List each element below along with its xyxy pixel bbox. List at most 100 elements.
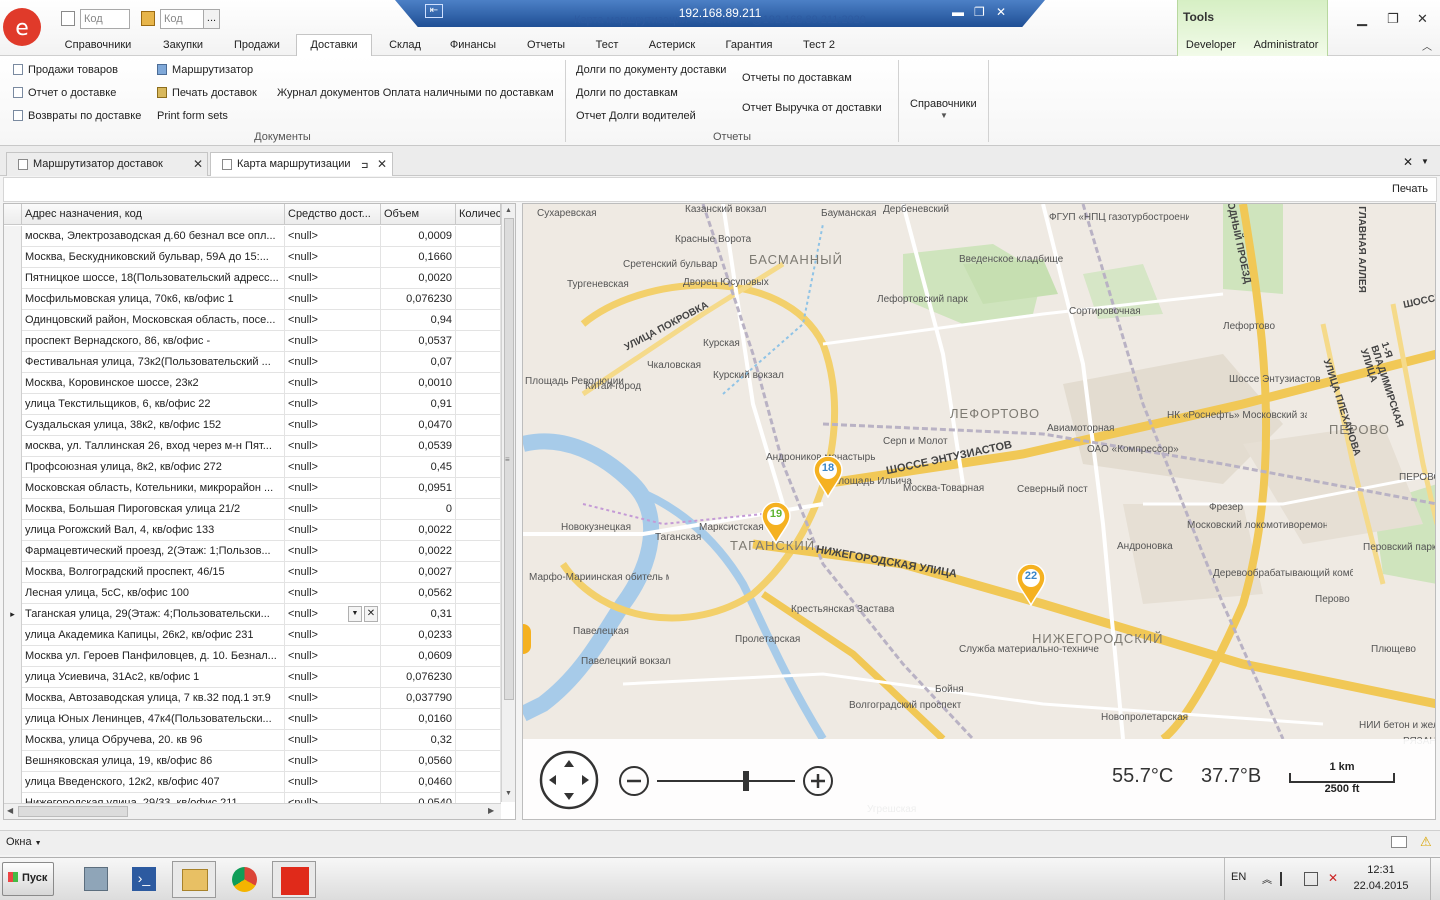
cell-quantity[interactable] (456, 289, 501, 310)
table-row[interactable]: Московская область, Котельники, микрорай… (4, 478, 501, 499)
ribbon-dolgi-po-dostavkam[interactable]: Долги по доставкам (576, 84, 678, 102)
start-button[interactable]: Пуск (2, 862, 54, 896)
tab-garantiya[interactable]: Гарантия (715, 35, 783, 56)
app-close-icon[interactable]: ✕ (1417, 11, 1428, 27)
cell-address[interactable]: москва, ул. Таллинская 26, вход через м-… (22, 436, 285, 457)
cell-quantity[interactable] (456, 625, 501, 646)
tab-prodazhi[interactable]: Продажи (222, 35, 292, 56)
tab-dostavki[interactable]: Доставки (296, 34, 372, 56)
cell-vehicle[interactable]: <null> (285, 436, 381, 457)
app-logo[interactable]: e (3, 8, 41, 46)
cell-vehicle[interactable]: <null> (285, 499, 381, 520)
vertical-scrollbar[interactable]: ▲ ≡ ▼ (501, 204, 515, 802)
cell-address[interactable]: улица Текстильщиков, 6, кв/офис 22 (22, 394, 285, 415)
row-indicator[interactable] (4, 247, 22, 268)
ribbon-otchet-vyruchka[interactable]: Отчет Выручка от доставки (742, 99, 882, 117)
row-indicator[interactable] (4, 352, 22, 373)
ribbon-zhurnal-oplata[interactable]: Журнал документов Оплата наличными по до… (277, 84, 554, 102)
route-marker[interactable]: 18 (813, 455, 843, 499)
row-indicator[interactable] (4, 226, 22, 247)
table-row[interactable]: улица Юных Ленинцев, 47к4(Пользовательск… (4, 709, 501, 730)
cell-vehicle[interactable]: <null> (285, 289, 381, 310)
ribbon-pechat-dostavok[interactable]: Печать доставок (157, 84, 257, 102)
cell-volume[interactable]: 0,07 (381, 352, 456, 373)
tab-zakupki[interactable]: Закупки (148, 35, 218, 56)
cell-volume[interactable]: 0,0537 (381, 331, 456, 352)
cell-quantity[interactable] (456, 604, 501, 625)
row-indicator[interactable] (4, 289, 22, 310)
app-restore-icon[interactable]: ❐ (1387, 11, 1399, 27)
row-indicator[interactable] (4, 373, 22, 394)
row-indicator[interactable] (4, 667, 22, 688)
cell-vehicle[interactable]: <null> (285, 394, 381, 415)
scroll-thumb[interactable] (18, 806, 128, 817)
cell-quantity[interactable] (456, 541, 501, 562)
cell-address[interactable]: проспект Вернадского, 86, кв/офис - (22, 331, 285, 352)
ribbon-prodazhi-tovarov[interactable]: Продажи товаров (13, 61, 118, 79)
row-indicator[interactable] (4, 772, 22, 793)
pin-tab-icon[interactable]: ⊐ (361, 154, 369, 176)
cell-address[interactable]: Москва, улица Обручева, 20. кв 96 (22, 730, 285, 751)
quick-dots-button[interactable]: ... (203, 9, 220, 29)
cell-volume[interactable]: 0,0233 (381, 625, 456, 646)
cell-quantity[interactable] (456, 562, 501, 583)
cell-volume[interactable]: 0,0010 (381, 373, 456, 394)
close-tab-icon[interactable]: ✕ (193, 153, 203, 175)
cell-quantity[interactable] (456, 457, 501, 478)
cell-address[interactable]: Московская область, Котельники, микрорай… (22, 478, 285, 499)
chrome-icon[interactable] (222, 861, 266, 898)
table-row[interactable]: Москва, Волгоградский проспект, 46/15 <nu… (4, 562, 501, 583)
cell-address[interactable]: улица Юных Ленинцев, 47к4(Пользовательск… (22, 709, 285, 730)
table-row[interactable]: Одинцовский район, Московская область, п… (4, 310, 501, 331)
ribbon-marshrutizator[interactable]: Маршрутизатор (157, 61, 253, 79)
row-indicator[interactable] (4, 499, 22, 520)
cell-volume[interactable]: 0,32 (381, 730, 456, 751)
restore-icon[interactable]: ❐ (974, 5, 985, 19)
tab-asterisk[interactable]: Астериск (637, 35, 707, 56)
cell-address[interactable]: Москва, Большая Пироговская улица 21/2 (22, 499, 285, 520)
cell-quantity[interactable] (456, 436, 501, 457)
row-indicator[interactable] (4, 730, 22, 751)
cell-quantity[interactable] (456, 793, 501, 803)
column-header-volume[interactable]: Объем (381, 204, 456, 225)
table-row[interactable]: улица Усиевича, 31Ас2, кв/офис 1 <null> 0,… (4, 667, 501, 688)
cell-address[interactable]: Таганская улица, 29(Этаж: 4;Пользователь… (22, 604, 285, 625)
row-indicator[interactable] (4, 478, 22, 499)
cell-volume[interactable]: 0,0560 (381, 751, 456, 772)
row-indicator[interactable] (4, 562, 22, 583)
table-row[interactable]: москва, Электрозаводская д.60 безнал все… (4, 226, 501, 247)
table-row[interactable]: Вешняковская улица, 19, кв/офис 86 <null>… (4, 751, 501, 772)
scroll-down-icon[interactable]: ▼ (505, 790, 512, 797)
cell-volume[interactable]: 0,0470 (381, 415, 456, 436)
cell-address[interactable]: Вешняковская улица, 19, кв/офис 86 (22, 751, 285, 772)
volume-muted-icon[interactable]: ✕ (1328, 871, 1338, 885)
clock-date[interactable]: 22.04.2015 (1350, 880, 1412, 892)
cell-volume[interactable]: 0,0562 (381, 583, 456, 604)
table-row[interactable]: Москва, Коровинское шоссе, 23к2 <null> 0,0… (4, 373, 501, 394)
collapse-ribbon-icon[interactable]: ︿ (1422, 38, 1432, 53)
quick-code-input-2[interactable]: Код (160, 9, 204, 29)
table-row[interactable]: ▸ Таганская улица, 29(Этаж: 4;Пользовател… (4, 604, 501, 625)
cell-quantity[interactable] (456, 520, 501, 541)
close-icon[interactable]: ✕ (996, 5, 1006, 19)
cell-quantity[interactable] (456, 772, 501, 793)
cell-volume[interactable]: 0,94 (381, 310, 456, 331)
tray-expand-icon[interactable]: ︽ (1262, 871, 1272, 886)
ribbon-otchet-dolgi-voditeley[interactable]: Отчет Долги водителей (576, 107, 696, 125)
cell-volume[interactable]: 0,0460 (381, 772, 456, 793)
cell-vehicle[interactable]: <null> (285, 751, 381, 772)
cell-address[interactable]: улица Рогожский Вал, 4, кв/офис 133 (22, 520, 285, 541)
clear-value-button[interactable]: ✕ (364, 606, 378, 622)
cell-vehicle[interactable]: <null> (285, 478, 381, 499)
cell-vehicle[interactable]: <null> (285, 247, 381, 268)
table-row[interactable]: Суздальская улица, 38к2, кв/офис 152 <nul… (4, 415, 501, 436)
horizontal-scrollbar[interactable]: ◀ ▶ (4, 803, 501, 819)
column-header-quantity[interactable]: Количес... (456, 204, 501, 225)
cell-volume[interactable]: 0,0951 (381, 478, 456, 499)
cell-address[interactable]: Профсоюзная улица, 8к2, кв/офис 272 (22, 457, 285, 478)
ultima-app-icon[interactable] (272, 861, 316, 898)
row-indicator[interactable] (4, 520, 22, 541)
cell-volume[interactable]: 0,0009 (381, 226, 456, 247)
route-marker[interactable]: 22 (1016, 563, 1046, 607)
cell-quantity[interactable] (456, 499, 501, 520)
